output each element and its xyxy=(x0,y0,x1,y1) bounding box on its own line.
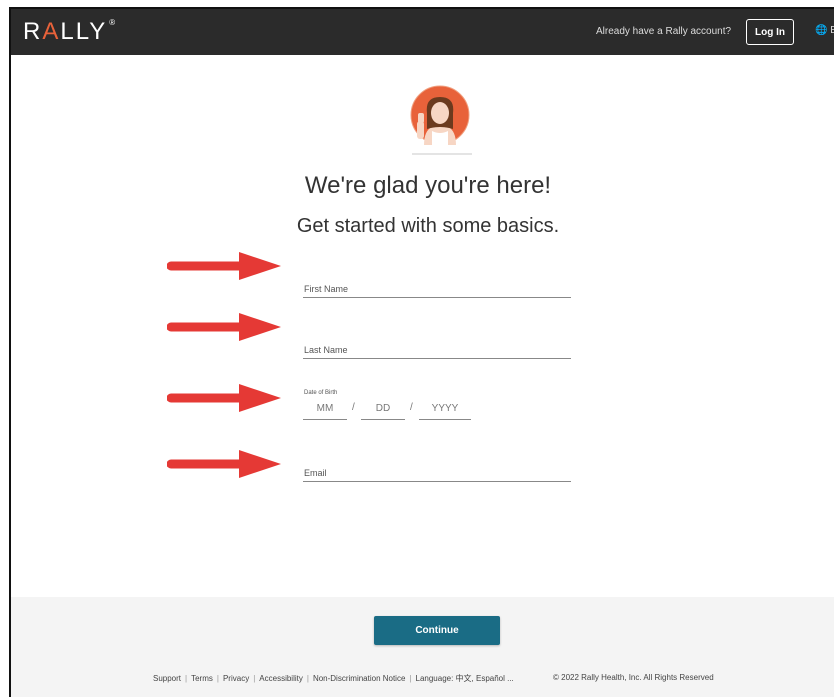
avatar-underline xyxy=(412,153,472,155)
divider: | xyxy=(306,674,309,683)
woman-avatar-icon xyxy=(410,85,470,145)
footer-link-non-discrimination[interactable]: Non-Discrimination Notice xyxy=(313,674,405,683)
language-selector[interactable]: 🌐 E xyxy=(815,25,834,36)
divider: | xyxy=(409,674,412,683)
dob-separator: / xyxy=(410,402,413,413)
red-arrow-icon xyxy=(167,450,281,478)
copyright-text: © 2022 Rally Health, Inc. All Rights Res… xyxy=(553,673,714,682)
email-field[interactable]: Email xyxy=(303,459,571,482)
divider: | xyxy=(216,674,219,683)
page-title: We're glad you're here! xyxy=(304,172,552,199)
red-arrow-icon xyxy=(167,313,281,341)
footer-link-support[interactable]: Support xyxy=(153,674,181,683)
first-name-label: First Name xyxy=(304,284,349,294)
email-label: Email xyxy=(304,468,327,478)
top-nav-bar: RALLY ® Already have a Rally account? Log… xyxy=(11,9,834,55)
divider: | xyxy=(253,674,256,683)
footer-link-terms[interactable]: Terms xyxy=(191,674,213,683)
continue-button[interactable]: Continue xyxy=(374,616,500,645)
divider: | xyxy=(185,674,188,683)
globe-icon: 🌐 xyxy=(815,25,828,36)
last-name-field[interactable]: Last Name xyxy=(303,336,571,359)
avatar-illustration xyxy=(410,85,470,145)
language-label: E xyxy=(830,25,834,36)
page-subtitle: Get started with some basics. xyxy=(296,215,560,237)
dob-year-input[interactable]: YYYY xyxy=(419,403,471,420)
dob-separator: / xyxy=(352,402,355,413)
already-account-text: Already have a Rally account? xyxy=(596,26,732,37)
first-name-field[interactable]: First Name xyxy=(303,275,571,298)
dob-month-input[interactable]: MM xyxy=(303,403,347,420)
footer-links: Support | Terms | Privacy | Accessibility | Non-… xyxy=(153,673,514,684)
footer-link-privacy[interactable]: Privacy xyxy=(223,674,249,683)
red-arrow-icon xyxy=(167,252,281,280)
browser-viewport: RALLY ® Already have a Rally account? Log… xyxy=(9,7,834,697)
dob-day-input[interactable]: DD xyxy=(361,403,405,420)
footer-link-accessibility[interactable]: Accessibility xyxy=(259,674,303,683)
footer-link-language[interactable]: Language: 中文, Español ... xyxy=(416,674,514,683)
dob-label: Date of Birth xyxy=(304,390,338,396)
last-name-label: Last Name xyxy=(304,345,348,355)
rally-logo[interactable]: RALLY ® xyxy=(23,18,117,46)
log-in-button[interactable]: Log In xyxy=(746,19,794,45)
red-arrow-icon xyxy=(167,384,281,412)
